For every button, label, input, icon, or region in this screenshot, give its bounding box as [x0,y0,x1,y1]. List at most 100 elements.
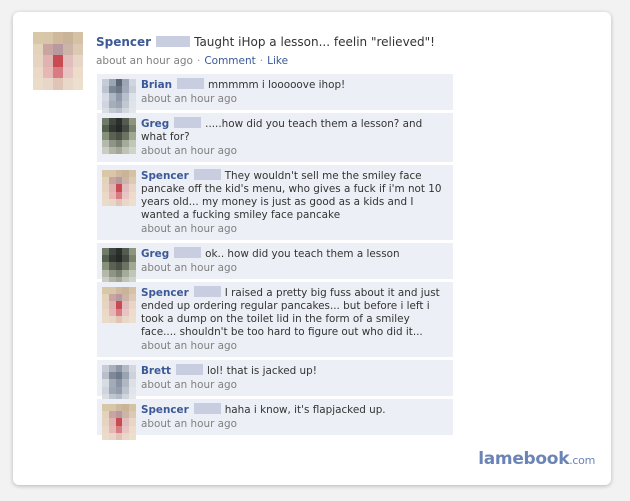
avatar-pixel [53,43,63,56]
avatar-pixel [115,301,123,309]
avatar-pixel [102,294,109,302]
avatar-pixel [122,294,130,302]
commenter-name-link[interactable]: Spencer [141,287,189,299]
commenter-avatar[interactable] [102,248,136,284]
avatar-pixel [122,125,130,133]
comment-timestamp[interactable]: about an hour ago [141,340,447,353]
comment-link[interactable]: Comment [204,55,255,67]
avatar-pixel [115,100,123,108]
avatar-pixel [108,301,116,309]
status-text: Taught iHop a lesson... feelin "relieved… [194,35,435,49]
avatar-pixel [122,191,130,199]
comment-timestamp[interactable]: about an hour ago [141,379,447,392]
commenter-name-link[interactable]: Spencer [141,170,189,182]
avatar-pixel [122,301,130,309]
avatar-pixel [102,386,109,394]
comment-timestamp[interactable]: about an hour ago [141,262,447,275]
avatar-pixel [102,301,109,309]
commenter-name-link[interactable]: Spencer [141,404,189,416]
status-post-card: Spencer Taught iHop a lesson... feelin "r… [13,12,611,485]
commenter-name-link[interactable]: Greg [141,118,169,130]
avatar-pixel [129,425,136,433]
avatar-pixel [108,418,116,426]
avatar-pixel [108,308,116,316]
brand-name: lamebook [478,449,570,469]
commenter-name-link[interactable]: Brett [141,365,171,377]
avatar-pixel [122,139,130,147]
avatar-pixel [108,379,116,387]
avatar-pixel [108,315,116,323]
avatar-pixel [108,170,116,178]
commenter-avatar[interactable] [102,287,136,323]
commenter-avatar[interactable] [102,404,136,440]
avatar-pixel [102,379,109,387]
avatar-pixel [102,432,109,440]
avatar-pixel [108,86,116,94]
avatar-pixel [108,146,116,154]
avatar-pixel [129,184,136,192]
avatar-pixel [129,386,136,394]
avatar-pixel [102,308,109,316]
avatar-pixel [108,386,116,394]
avatar-pixel [108,262,116,270]
comment-item: Brett lol! that is jacked up! about an hou… [97,360,453,401]
avatar-pixel [129,132,136,140]
avatar-pixel [129,100,136,108]
comment-text: ok.. how did you teach them a lesson [205,248,400,260]
avatar-pixel [122,269,130,277]
avatar-pixel [108,118,116,126]
avatar-pixel [122,372,130,380]
redacted-surname [174,117,202,128]
avatar-pixel [129,170,136,178]
redacted-surname [174,247,202,258]
avatar-pixel [43,32,53,44]
commenter-name-link[interactable]: Greg [141,248,169,260]
redacted-surname [193,286,221,297]
avatar-pixel [102,255,109,263]
avatar-pixel [115,269,123,277]
commenter-name-link[interactable]: Brian [141,79,172,91]
avatar-pixel [115,411,123,419]
avatar-pixel [122,198,130,206]
avatar-pixel [129,248,136,256]
comment-timestamp[interactable]: about an hour ago [141,145,447,158]
comment-timestamp[interactable]: about an hour ago [141,93,447,106]
avatar-pixel [53,78,63,90]
avatar-pixel [129,269,136,277]
comment-item: Greg .....how did you teach them a lesson… [97,113,453,163]
comment-text: lol! that is jacked up! [207,365,317,377]
avatar-pixel [108,177,116,185]
avatar-pixel [115,177,123,185]
comment-text: mmmmm i looooove ihop! [208,79,346,91]
avatar-pixel [33,43,43,56]
avatar-pixel [115,308,123,316]
author-name-link[interactable]: Spencer [96,35,151,49]
avatar-pixel [108,132,116,140]
commenter-avatar[interactable] [102,79,136,115]
avatar[interactable] [33,32,83,90]
post-timestamp[interactable]: about an hour ago [96,55,193,67]
brand-suffix: .com [569,454,595,467]
avatar-pixel [115,315,123,323]
avatar-pixel [115,386,123,394]
avatar-pixel [122,248,130,256]
avatar-pixel [122,132,130,140]
like-link[interactable]: Like [267,55,288,67]
avatar-pixel [129,255,136,263]
avatar-pixel [115,184,123,192]
avatar-pixel [129,301,136,309]
avatar-pixel [43,78,53,90]
comment-body: Spencer haha i know, it's flapjacked up. [141,403,447,417]
avatar-pixel [102,146,109,154]
avatar-pixel [122,315,130,323]
comment-timestamp[interactable]: about an hour ago [141,223,447,236]
commenter-avatar[interactable] [102,170,136,206]
commenter-avatar[interactable] [102,365,136,401]
avatar-pixel [122,404,130,412]
commenter-avatar[interactable] [102,118,136,154]
avatar-pixel [63,55,73,67]
avatar-pixel [63,32,73,44]
comment-timestamp[interactable]: about an hour ago [141,418,447,431]
avatar-pixel [129,418,136,426]
avatar-pixel [102,248,109,256]
